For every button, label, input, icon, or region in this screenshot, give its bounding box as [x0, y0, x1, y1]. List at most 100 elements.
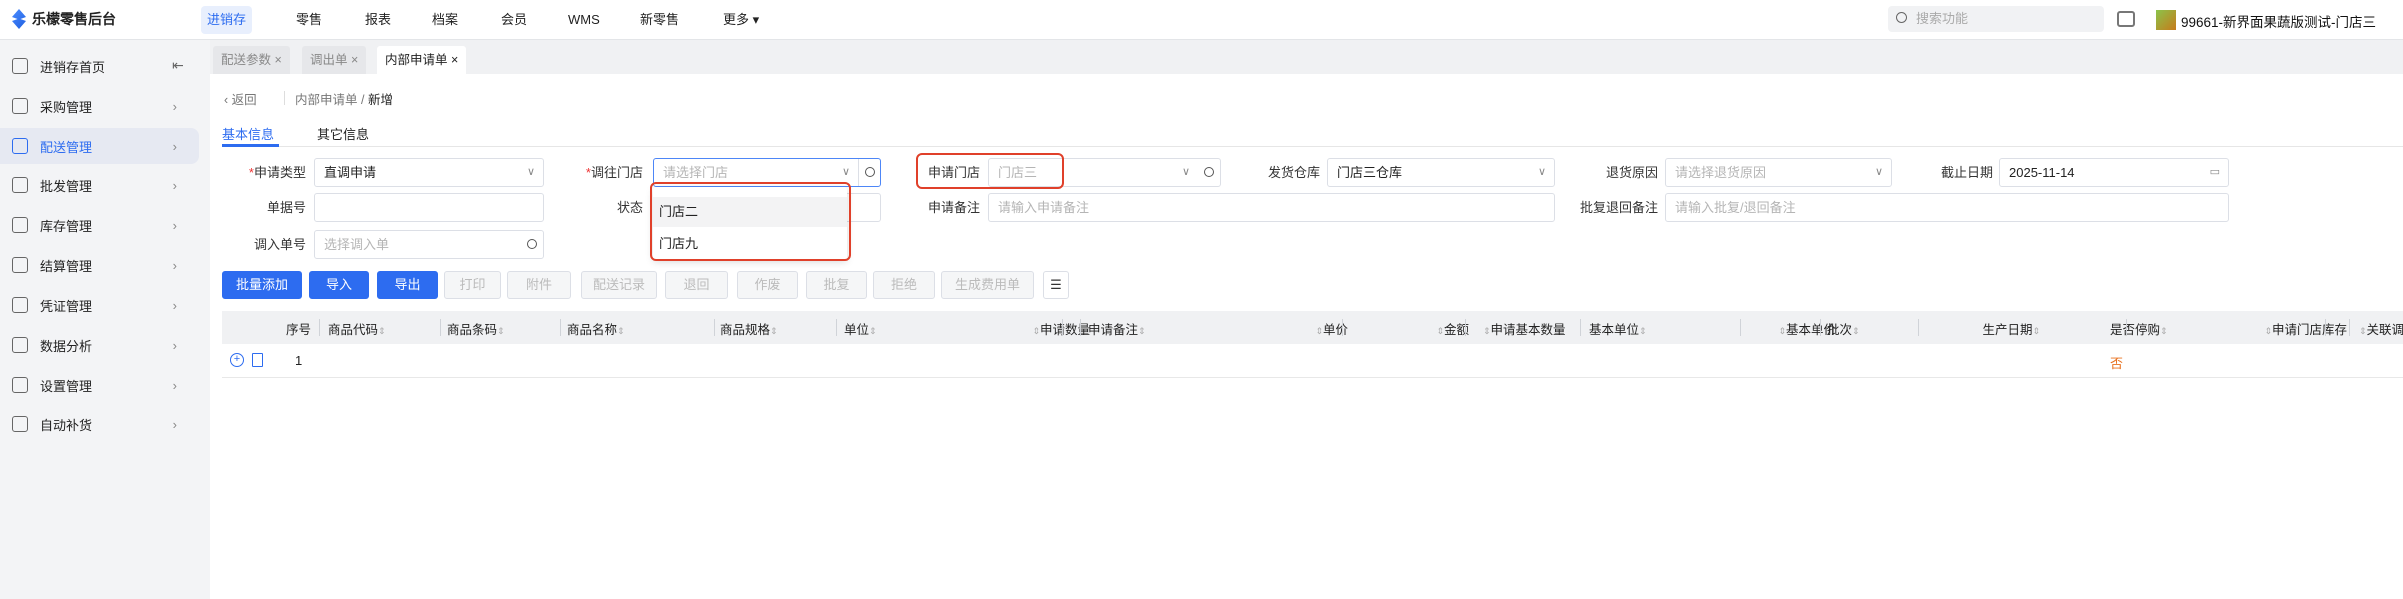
column-divider[interactable]	[1342, 319, 1343, 336]
toolbar-button[interactable]: 导出	[377, 271, 438, 299]
table-column-header[interactable]: 商品代码⇕	[328, 319, 386, 338]
sort-icon[interactable]: ⇕	[1852, 326, 1860, 336]
subtab-basic-info[interactable]: 基本信息	[222, 124, 274, 143]
collapse-sidebar-icon[interactable]: ⇤	[172, 57, 184, 74]
sidebar-item[interactable]: 设置管理 ›	[0, 367, 199, 403]
sort-icon[interactable]: ⇕	[1778, 326, 1786, 336]
toolbar-button[interactable]: 拒绝	[873, 271, 935, 299]
ship-warehouse-select[interactable]: 门店三仓库 ∨	[1327, 158, 1555, 187]
sidebar-item[interactable]: 数据分析 ›	[0, 327, 199, 363]
search-input[interactable]: 搜索功能	[1888, 6, 2104, 32]
store-name[interactable]: 99661-新界面果蔬版测试-门店三	[2181, 11, 2376, 31]
topnav-item[interactable]: 零售	[290, 6, 328, 34]
apply-type-select[interactable]: 直调申请 ∨	[314, 158, 544, 187]
sort-icon[interactable]: ⇕	[378, 326, 386, 336]
sidebar-item[interactable]: 批发管理 ›	[0, 167, 199, 203]
sidebar-item[interactable]: 进销存首页	[0, 48, 199, 84]
sidebar-item[interactable]: 凭证管理 ›	[0, 287, 199, 323]
column-divider[interactable]	[2126, 319, 2127, 336]
sidebar-item[interactable]: 结算管理 ›	[0, 247, 199, 283]
table-column-header[interactable]: ⇕单价	[1315, 319, 1348, 338]
sort-icon[interactable]: ⇕	[2160, 326, 2168, 336]
table-column-header[interactable]: 序号	[286, 319, 311, 338]
topnav-item[interactable]: 更多 ▾	[717, 6, 765, 34]
sort-icon[interactable]: ⇕	[1032, 326, 1040, 336]
breadcrumb-parent[interactable]: 内部申请单	[295, 93, 358, 107]
table-column-header[interactable]: 商品名称⇕	[567, 319, 625, 338]
column-divider[interactable]	[1465, 319, 1466, 336]
delete-row-icon[interactable]	[252, 353, 263, 367]
toolbar-button[interactable]: 退回	[665, 271, 728, 299]
sort-icon[interactable]: ⇕	[617, 326, 625, 336]
deadline-date-picker[interactable]: 2025-11-14 ▭	[1999, 158, 2229, 187]
apply-remark-input[interactable]: 请输入申请备注	[988, 193, 1555, 222]
sidebar-item[interactable]: 自动补货 ›	[0, 406, 199, 442]
sidebar-item[interactable]: 库存管理 ›	[0, 207, 199, 243]
sort-icon[interactable]: ⇕	[497, 326, 505, 336]
table-column-header[interactable]: 商品条码⇕	[447, 319, 505, 338]
toolbar-button[interactable]: 配送记录	[581, 271, 657, 299]
back-link[interactable]: ‹ 返回	[224, 89, 257, 108]
sort-icon[interactable]: ⇕	[1483, 326, 1491, 336]
sort-icon[interactable]: ⇕	[770, 326, 778, 336]
column-settings-button[interactable]: ☰	[1043, 271, 1069, 299]
topnav-item[interactable]: 新零售	[634, 6, 685, 34]
sort-icon[interactable]: ⇕	[869, 326, 877, 336]
sort-icon[interactable]: ⇕	[1639, 326, 1647, 336]
topnav-item[interactable]: WMS	[562, 6, 606, 34]
toolbar-button[interactable]: 批量添加	[222, 271, 302, 299]
sort-icon[interactable]: ⇕	[1315, 326, 1323, 336]
table-column-header[interactable]: 生产日期⇕	[1982, 319, 2040, 338]
table-column-header[interactable]: ⇕申请基本数量	[1483, 319, 1566, 338]
topnav-item[interactable]: 会员	[495, 6, 533, 34]
doc-no-input[interactable]	[314, 193, 544, 222]
table-column-header[interactable]: 申请备注⇕	[1088, 319, 1146, 338]
sort-icon[interactable]: ⇕	[2264, 326, 2272, 336]
table-column-header[interactable]: 基本单位⇕	[1589, 319, 1647, 338]
column-divider[interactable]	[836, 319, 837, 336]
column-divider[interactable]	[2349, 319, 2350, 336]
column-divider[interactable]	[714, 319, 715, 336]
tab-transfer-out[interactable]: 调出单 ×	[302, 46, 367, 74]
topnav-item[interactable]: 档案	[426, 6, 464, 34]
column-divider[interactable]	[560, 319, 561, 336]
column-divider[interactable]	[1820, 319, 1821, 336]
subtab-other-info[interactable]: 其它信息	[317, 124, 369, 143]
table-column-header[interactable]: 批次⇕	[1827, 319, 1860, 338]
sort-icon[interactable]: ⇕	[1138, 326, 1146, 336]
table-column-header[interactable]: ⇕关联调	[2359, 319, 2403, 338]
table-column-header[interactable]: ⇕申请门店库存	[2264, 319, 2347, 338]
reply-remark-input[interactable]: 请输入批复/退回备注	[1665, 193, 2229, 222]
column-divider[interactable]	[2325, 319, 2326, 336]
column-divider[interactable]	[1062, 319, 1063, 336]
sort-icon[interactable]: ⇕	[2032, 326, 2040, 336]
toolbar-button[interactable]: 附件	[507, 271, 571, 299]
toolbar-button[interactable]: 导入	[309, 271, 369, 299]
tab-delivery-params[interactable]: 配送参数 ×	[213, 46, 290, 74]
column-divider[interactable]	[1580, 319, 1581, 336]
column-divider[interactable]	[319, 319, 320, 336]
sidebar-item[interactable]: 配送管理 ›	[0, 128, 199, 164]
table-column-header[interactable]: 单位⇕	[844, 319, 877, 338]
in-doc-no-input[interactable]: 选择调入单	[314, 230, 544, 259]
printer-icon[interactable]	[2117, 11, 2135, 27]
topnav-item[interactable]: 进销存	[201, 6, 253, 34]
toolbar-button[interactable]: 批复	[806, 271, 867, 299]
sort-icon[interactable]: ⇕	[1436, 326, 1444, 336]
topnav-item[interactable]: 报表	[359, 6, 397, 34]
sort-icon[interactable]: ⇕	[2359, 326, 2367, 336]
toolbar-button[interactable]: 打印	[444, 271, 501, 299]
toolbar-button[interactable]: 作废	[737, 271, 798, 299]
toolbar-button[interactable]: 生成费用单	[941, 271, 1034, 299]
column-divider[interactable]	[1740, 319, 1741, 336]
table-column-header[interactable]: 商品规格⇕	[720, 319, 778, 338]
return-reason-select[interactable]: 请选择退货原因 ∨	[1665, 158, 1892, 187]
column-divider[interactable]	[1918, 319, 1919, 336]
sidebar-item[interactable]: 采购管理 ›	[0, 88, 199, 124]
column-divider[interactable]	[440, 319, 441, 336]
store-avatar[interactable]	[2156, 10, 2176, 30]
column-divider[interactable]	[1080, 319, 1081, 336]
app-logo[interactable]: 乐檬零售后台	[12, 9, 116, 29]
tab-internal-request[interactable]: 内部申请单 ×	[377, 46, 467, 74]
add-row-icon[interactable]: +	[230, 353, 244, 367]
